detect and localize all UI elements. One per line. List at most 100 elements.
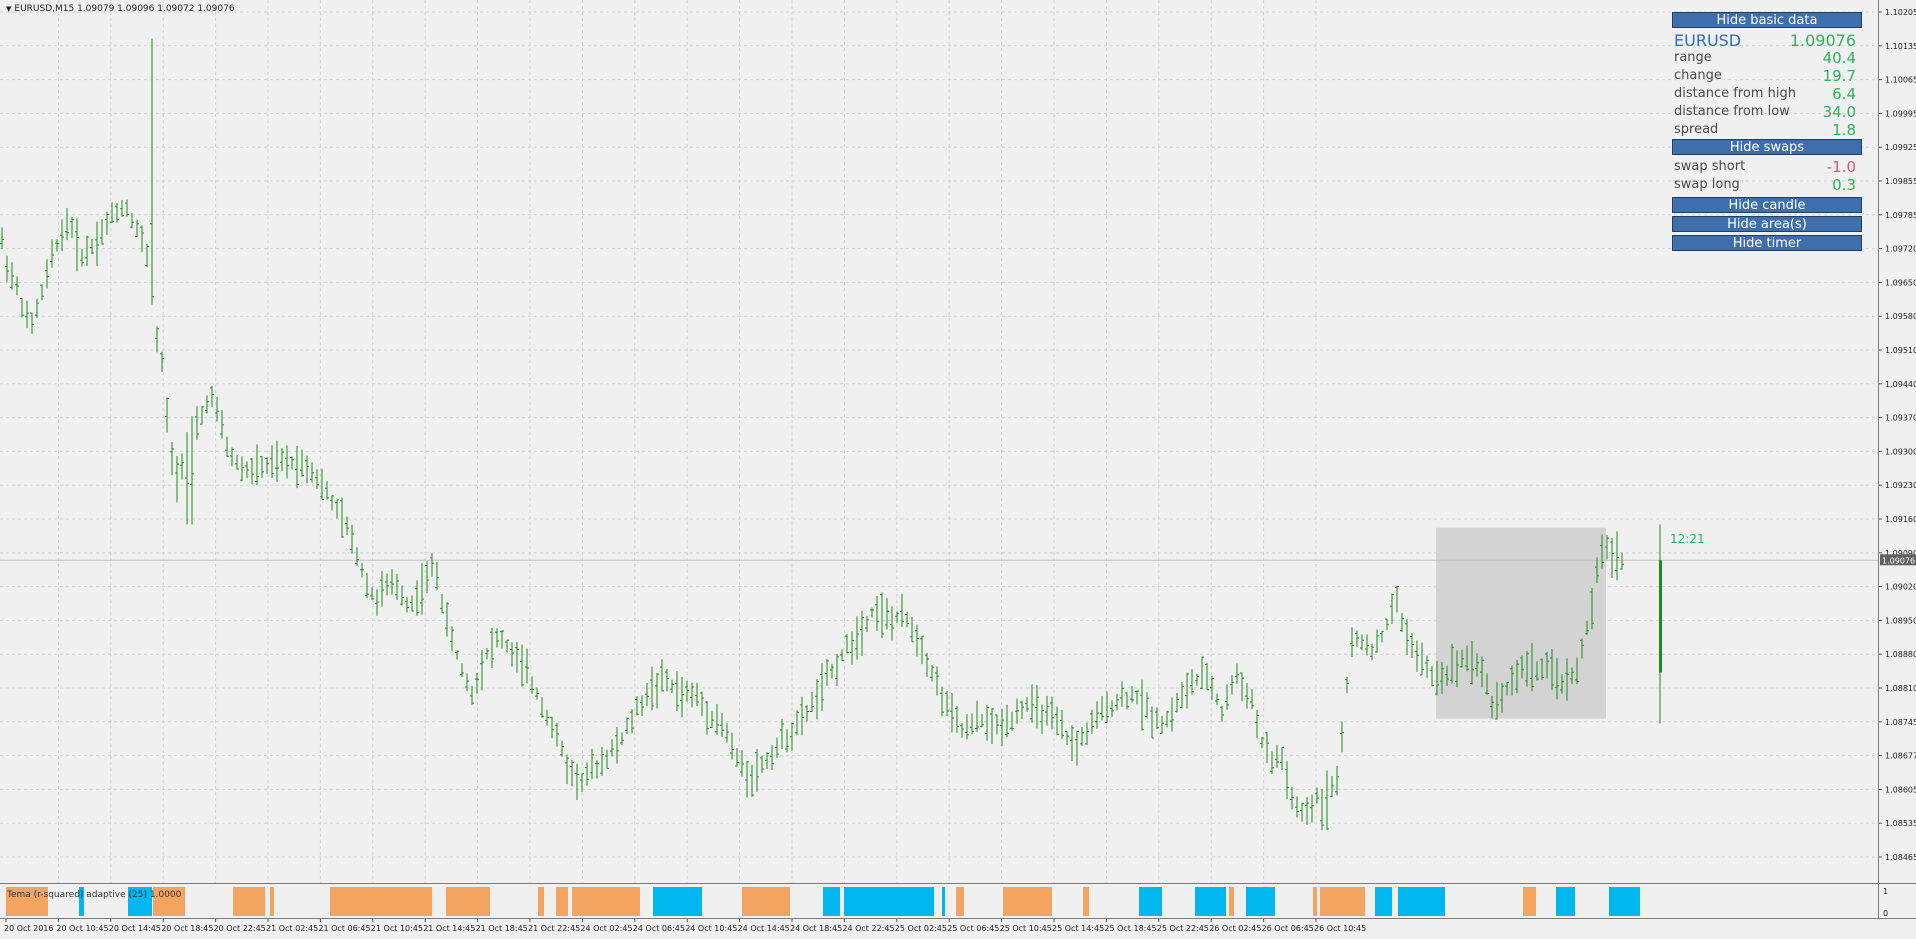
price-scale-label: 1.09300 [1885, 447, 1916, 456]
price-scale-label: 1.08677 [1885, 752, 1916, 761]
time-axis-label: 24 Oct 18:45 [790, 924, 842, 933]
time-axis-label: 24 Oct 02:45 [580, 924, 632, 933]
hide-basic-data-button[interactable]: Hide basic data [1672, 12, 1862, 28]
price-chart[interactable]: 12:21 [0, 0, 1878, 883]
time-axis-canvas: 20 Oct 2016 20 Oct 10:45 20 Oct 14:45 20 Oc… [4, 919, 1366, 933]
indicator-up-segment [1320, 887, 1365, 916]
time-axis-label: 25 Oct 10:45 [1000, 924, 1052, 933]
time-axis-label: 20 Oct 22:45 [214, 924, 266, 933]
price-scale-label: 1.09785 [1885, 211, 1916, 220]
hide-areas-button[interactable]: Hide area(s) [1672, 216, 1862, 232]
indicator-down-segment [1556, 887, 1575, 916]
time-axis-label: 25 Oct 14:45 [1052, 924, 1104, 933]
chart-menu-triangle-icon[interactable]: ▼ [6, 5, 11, 13]
time-axis-label: 20 Oct 10:45 [56, 924, 108, 933]
indicator-down-segment [1375, 887, 1392, 916]
chart-header: ▼ EURUSD,M15 1.09079 1.09096 1.09072 1.09… [6, 4, 235, 14]
price-scale[interactable]: 1.10205 1.10135 1.10065 1.09995 1.09925 1.098… [1878, 0, 1916, 883]
swap-row-short: swap short -1.0 [1672, 158, 1866, 176]
time-axis-label: 24 Oct 22:45 [842, 924, 894, 933]
price-chart-canvas[interactable]: 12:21 [0, 0, 1878, 883]
indicator-scale-label: 0 [1883, 909, 1888, 918]
swap-row-long: swap long 0.3 [1672, 176, 1866, 194]
stat-value: 34.0 [1822, 103, 1856, 121]
indicator-down-segment [844, 887, 934, 916]
time-axis-label: 21 Oct 22:45 [528, 924, 580, 933]
indicator-up-segment [956, 887, 964, 916]
price-scale-label: 1.09720 [1885, 245, 1916, 254]
price-scale-label: 1.09925 [1885, 143, 1916, 152]
price-scale-label: 1.08745 [1885, 718, 1916, 727]
time-axis-label: 21 Oct 14:45 [423, 924, 475, 933]
current-price-label: 1.09076 [1882, 556, 1915, 565]
indicator-scale-canvas: 10 [1883, 887, 1888, 918]
indicator-up-segment [446, 887, 490, 916]
price-scale-label: 1.09370 [1885, 414, 1916, 423]
stat-row-distance-from-low: distance from low 34.0 [1672, 103, 1866, 121]
stat-label: distance from low [1674, 104, 1790, 119]
hide-timer-button[interactable]: Hide timer [1672, 235, 1862, 251]
swap-label: swap long [1674, 177, 1740, 192]
price-scale-label: 1.09510 [1885, 346, 1916, 355]
indicator-up-segment [330, 887, 432, 916]
time-axis-label: 24 Oct 14:45 [738, 924, 790, 933]
time-axis-label: 25 Oct 22:45 [1157, 924, 1209, 933]
indicator-down-segment [823, 887, 840, 916]
time-axis-label: 25 Oct 06:45 [947, 924, 999, 933]
time-axis-label: 20 Oct 18:45 [161, 924, 213, 933]
chart-header-text: EURUSD,M15 1.09079 1.09096 1.09072 1.090… [14, 4, 235, 14]
price-scale-label: 1.09020 [1885, 583, 1916, 592]
indicator-down-segment [1398, 887, 1445, 916]
stat-row-distance-from-high: distance from high 6.4 [1672, 85, 1866, 103]
time-axis-label: 21 Oct 10:45 [371, 924, 423, 933]
time-axis-label: 26 Oct 02:45 [1209, 924, 1261, 933]
price-scale-label: 1.08535 [1885, 819, 1916, 828]
time-axis-label: 24 Oct 06:45 [633, 924, 685, 933]
stat-row-change: change 19.7 [1672, 67, 1866, 85]
swap-value: -1.0 [1826, 158, 1856, 176]
stat-value: 6.4 [1832, 85, 1856, 103]
indicator-up-segment [270, 887, 274, 916]
price-scale-canvas: 1.10205 1.10135 1.10065 1.09995 1.09925 1.098… [1879, 8, 1916, 862]
time-axis[interactable]: 20 Oct 2016 20 Oct 10:45 20 Oct 14:45 20 Oc… [0, 918, 1916, 935]
price-scale-label: 1.08465 [1885, 853, 1916, 862]
stat-row-range: range 40.4 [1672, 49, 1866, 67]
time-axis-label: 21 Oct 18:45 [476, 924, 528, 933]
time-axis-label: 24 Oct 10:45 [685, 924, 737, 933]
time-axis-label: 20 Oct 2016 [4, 924, 53, 933]
symbol-price: 1.09076 [1789, 31, 1856, 50]
time-axis-label: 21 Oct 02:45 [266, 924, 318, 933]
hide-candle-button[interactable]: Hide candle [1672, 197, 1862, 213]
indicator-window[interactable] [0, 883, 1878, 919]
indicator-up-segment [556, 887, 568, 916]
price-scale-label: 1.09160 [1885, 515, 1916, 524]
indicator-down-segment [1195, 887, 1226, 916]
price-scale-label: 1.08950 [1885, 616, 1916, 625]
hide-swaps-button[interactable]: Hide swaps [1672, 139, 1862, 155]
time-axis-label: 20 Oct 14:45 [109, 924, 161, 933]
indicator-up-segment [572, 887, 640, 916]
indicator-down-segment [1139, 887, 1162, 916]
stat-row-spread: spread 1.8 [1672, 121, 1866, 139]
price-scale-label: 1.09650 [1885, 278, 1916, 287]
time-axis-label: 25 Oct 02:45 [895, 924, 947, 933]
candle-timer: 12:21 [1670, 532, 1705, 546]
indicator-down-segment [1609, 887, 1640, 916]
indicator-down-segment [1246, 887, 1275, 916]
time-axis-label: 25 Oct 18:45 [1104, 924, 1156, 933]
price-scale-label: 1.09440 [1885, 380, 1916, 389]
symbol-name: EURUSD [1674, 31, 1742, 50]
current-candle-body [1659, 560, 1662, 673]
stat-value: 40.4 [1822, 49, 1856, 67]
info-panel: Hide basic data EURUSD 1.09076 range 40.… [1672, 12, 1866, 254]
symbol-row: EURUSD 1.09076 [1672, 31, 1866, 50]
time-axis-label: 26 Oct 06:45 [1262, 924, 1314, 933]
stat-label: change [1674, 68, 1722, 83]
indicator-up-segment [1003, 887, 1052, 916]
price-scale-label: 1.09855 [1885, 177, 1916, 186]
indicator-up-segment [1523, 887, 1536, 916]
indicator-down-segment [942, 887, 945, 916]
indicator-scale: 10 [1878, 883, 1916, 919]
indicator-up-segment [742, 887, 790, 916]
price-scale-label: 1.10205 [1885, 8, 1916, 17]
